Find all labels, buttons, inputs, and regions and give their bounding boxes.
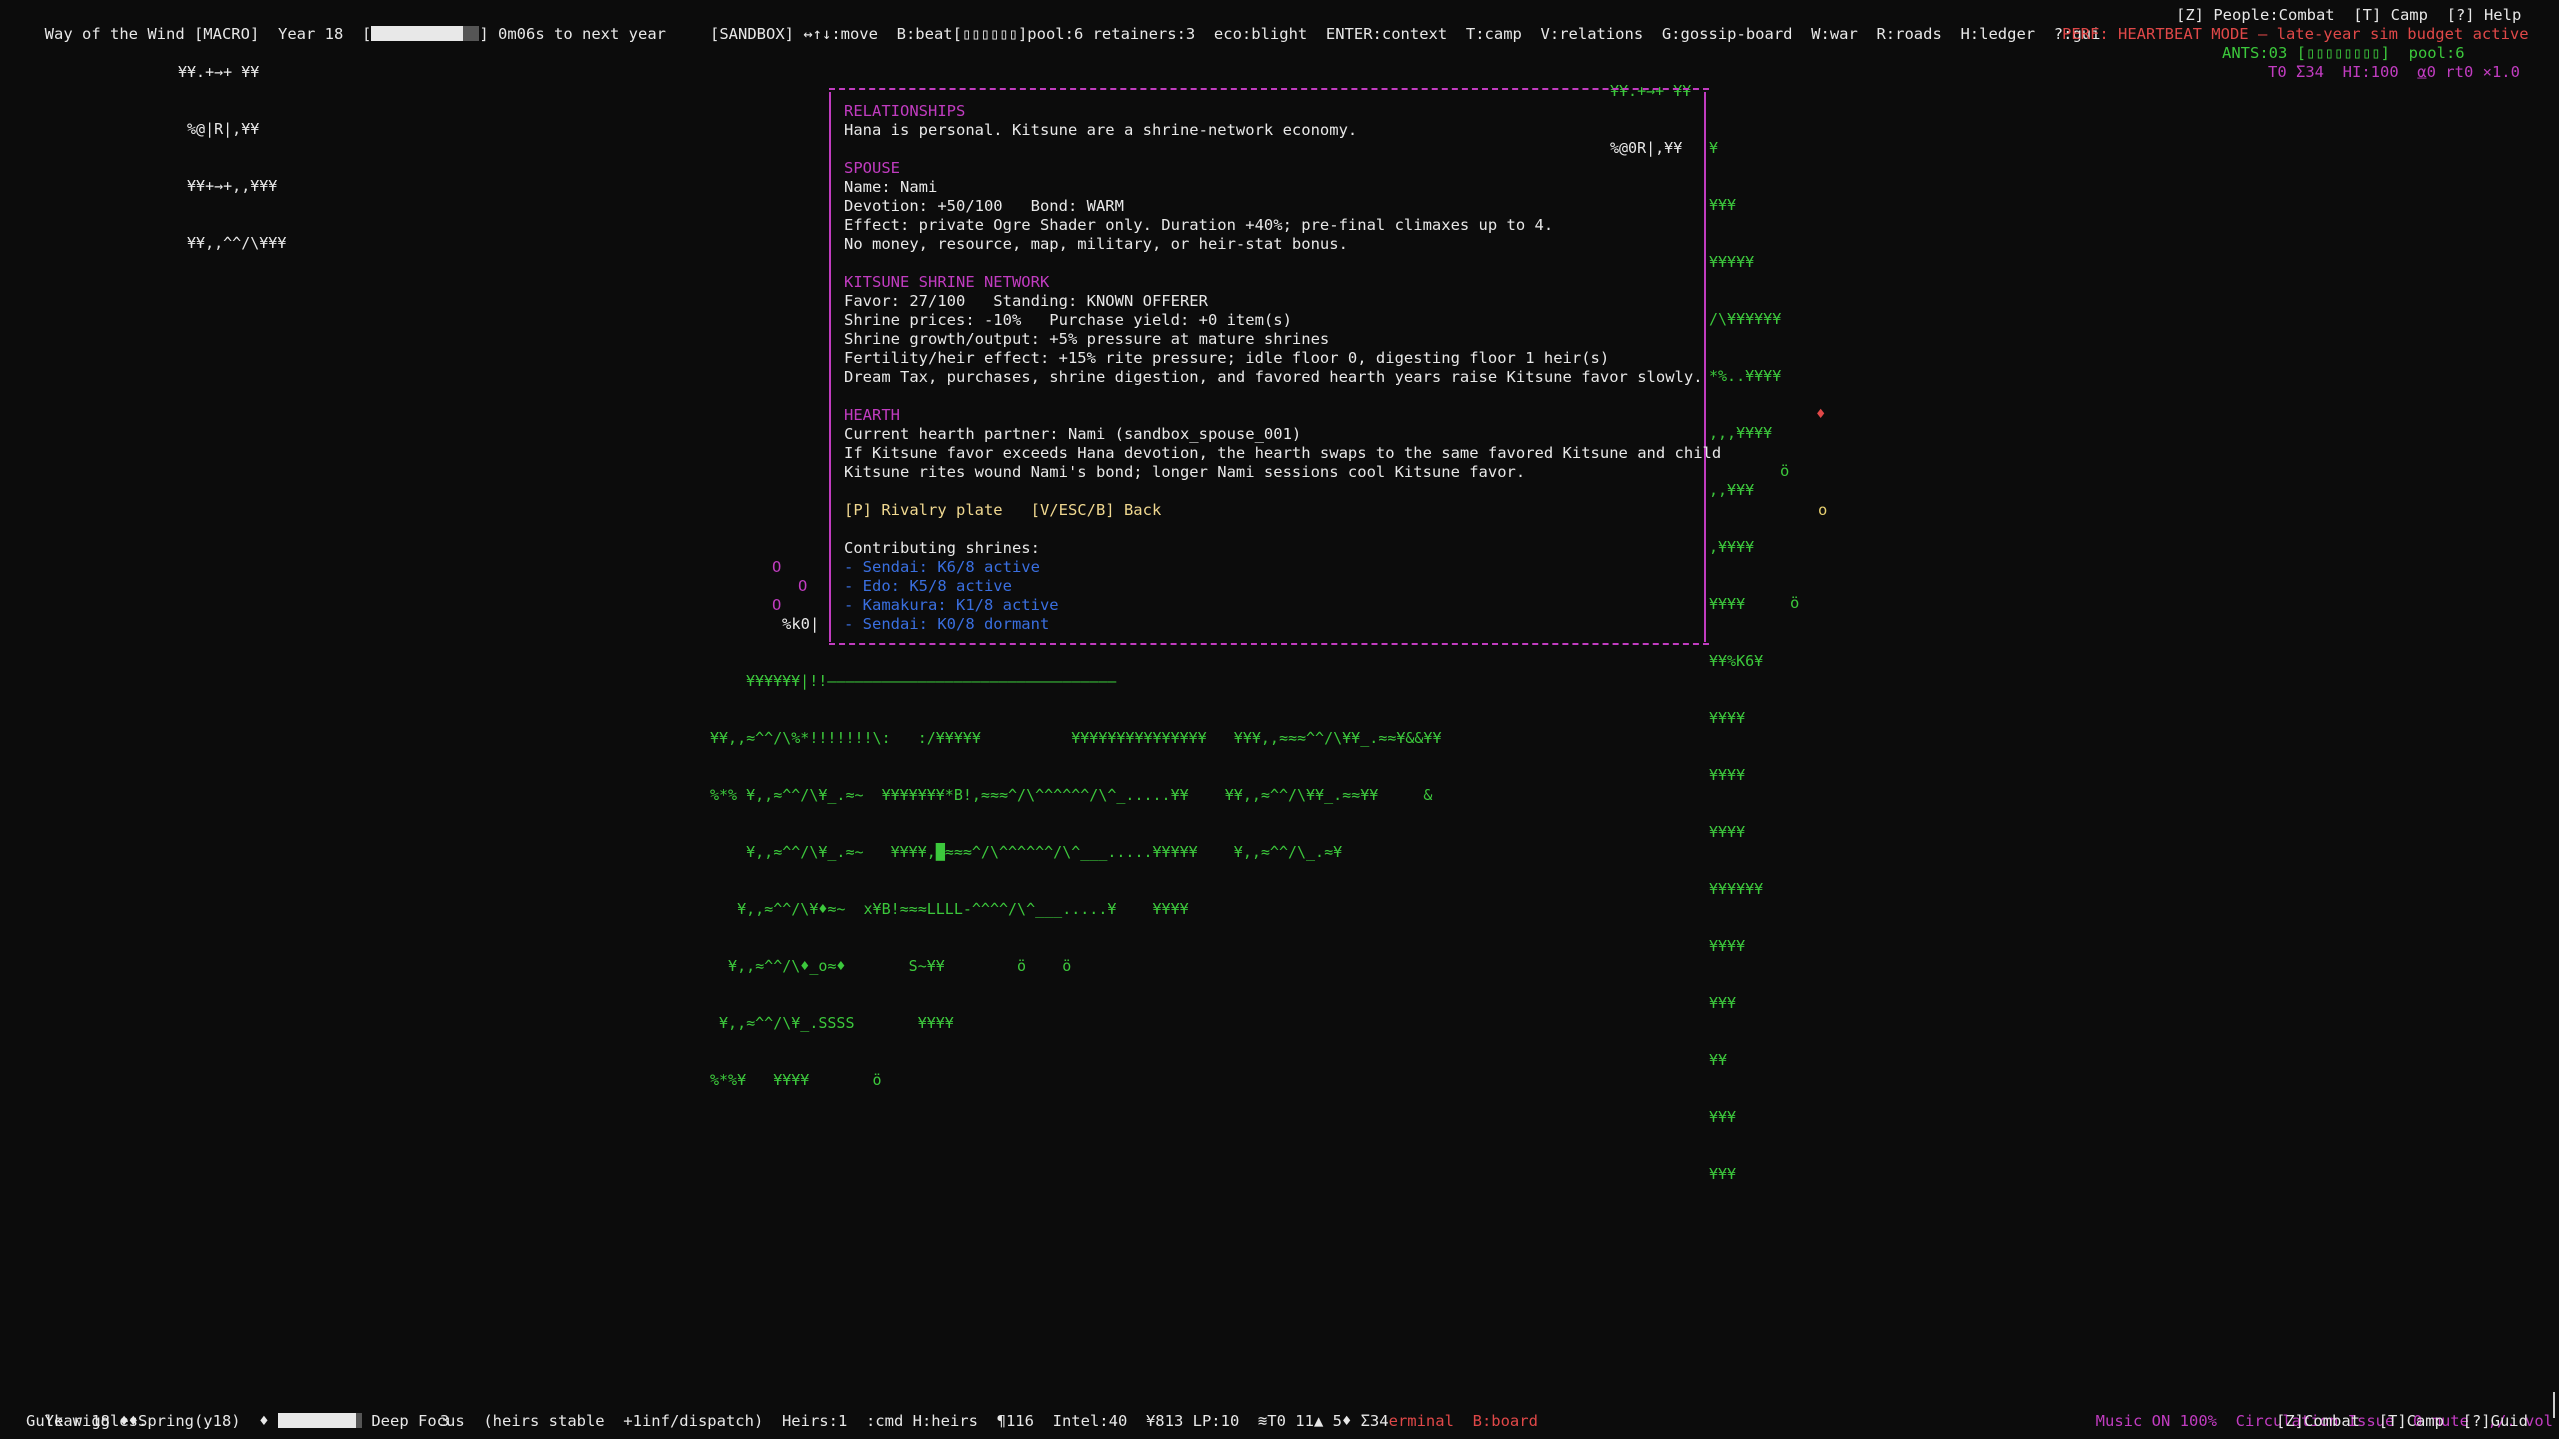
bottom-right-menu[interactable]: [Z]Combat [T]Camp [?]Guid — [2276, 1412, 2528, 1431]
panel-border-top — [829, 88, 1709, 90]
year-progress-bar — [371, 26, 464, 41]
map-marker-diamond: ♦ — [1816, 405, 1826, 423]
spouse-effect: Effect: private Ogre Shader only. Durati… — [844, 216, 1554, 234]
shrine-list-item[interactable]: - Sendai: K6/8 active — [844, 558, 1699, 577]
ants-status: ANTS:03 [▯▯▯▯▯▯▯▯] pool:6 — [2222, 44, 2465, 62]
contributing-shrines-heading: Contributing shrines: — [844, 539, 1040, 557]
map-terrain-south: ¥¥¥¥¥¥|!!———————————————————————————————… — [710, 672, 1442, 1089]
unit-counts: ≋T0 11▲ 5♦ Σ34 — [1257, 1412, 1389, 1430]
paragraph-count: ¶116 — [996, 1412, 1034, 1430]
kitsune-heading: KITSUNE SHRINE NETWORK — [844, 273, 1050, 291]
shrine-list-item[interactable]: - Edo: K5/8 active — [844, 577, 1699, 596]
hearth-wound-rule: Kitsune rites wound Nami's bond; longer … — [844, 463, 1526, 481]
map-marker-o2: O — [798, 577, 808, 595]
hearth-swap-rule: If Kitsune favor exceeds Hana devotion, … — [844, 444, 1722, 462]
map-marker-o1: O — [772, 558, 782, 576]
spouse-devotion: Devotion: +50/100 Bond: WARM — [844, 197, 1124, 215]
rivalry-plate-button[interactable]: [P] Rivalry plate — [844, 501, 1003, 519]
focus-label: Deep Focus — [371, 1412, 465, 1430]
year-label: Year 18 — [277, 25, 344, 43]
map-marker-point: o — [1818, 501, 1828, 519]
heirs-count: Heirs:1 — [781, 1412, 848, 1430]
map-marker-o3: O — [772, 596, 782, 614]
spouse-heading: SPOUSE — [844, 159, 900, 177]
shrine-list-item[interactable]: - Sendai: K0/8 dormant — [844, 615, 1699, 634]
map-marker-k0: %k0| — [782, 615, 820, 633]
hearth-partner: Current hearth partner: Nami (sandbox_sp… — [844, 425, 1302, 443]
keybind-hints: [SANDBOX] ↔↑↓:move B:beat[▯▯▯▯▯▯]pool:6 … — [710, 25, 2101, 43]
spouse-note: No money, resource, map, military, or he… — [844, 235, 1348, 253]
map-marker-unit-2: ö — [1790, 594, 1800, 612]
terminal-label: erminal — [1388, 1412, 1454, 1430]
top-right-menu[interactable]: [Z] People:Combat [T] Camp [?] Help — [2176, 6, 2521, 25]
message-log: Gulk wiggles. — [26, 1412, 148, 1430]
relationships-intro: Hana is personal. Kitsune are a shrine-n… — [844, 121, 1358, 139]
year-timer: 0m06s to next year — [498, 25, 666, 43]
sim-stats: T0 Σ34 HI:100 ⍶0 rt0 ×1.0 — [2268, 63, 2520, 81]
perf-warning: PERF: HEARTBEAT MODE — late-year sim bud… — [2062, 25, 2529, 43]
spouse-name: Name: Nami — [844, 178, 938, 196]
kitsune-dream-tax: Dream Tax, purchases, shrine digestion, … — [844, 368, 1703, 386]
game-title: Way of the Wind [MACRO] Year 18 [] 0m06s… — [44, 25, 666, 43]
kitsune-favor: Favor: 27/100 Standing: KNOWN OFFERER — [844, 292, 1208, 310]
relationships-heading: RELATIONSHIPS — [844, 102, 966, 120]
message-count: 3 — [440, 1412, 450, 1430]
shrine-list-item[interactable]: - Kamakura: K1/8 active — [844, 596, 1699, 615]
relationships-panel: RELATIONSHIPS Hana is personal. Kitsune … — [829, 88, 1722, 648]
back-button[interactable]: [V/ESC/B] Back — [1031, 501, 1162, 519]
kitsune-prices: Shrine prices: -10% Purchase yield: +0 i… — [844, 311, 1292, 329]
panel-border-right — [1704, 92, 1706, 642]
map-marker-unit: ö — [1780, 462, 1790, 480]
heirs-status: (heirs stable +1inf/dispatch) — [483, 1412, 764, 1430]
hearth-heading: HEARTH — [844, 406, 900, 424]
cmd-hint: :cmd H:heirs — [865, 1412, 978, 1430]
music-toggle[interactable]: Music ON 100% — [2096, 1412, 2217, 1430]
kitsune-growth: Shrine growth/output: +5% pressure at ma… — [844, 330, 1330, 348]
kitsune-fertility: Fertility/heir effect: +15% rite pressur… — [844, 349, 1610, 367]
panel-border-left — [829, 92, 831, 642]
board-button[interactable]: B:board — [1473, 1412, 1538, 1430]
map-forest-column: ¥ ¥¥¥ ¥¥¥¥¥ /\¥¥¥¥¥¥ *%..¥¥¥¥ ,,,¥¥¥¥ ,,… — [1709, 139, 1782, 1183]
terminal-cursor — [2553, 1392, 2555, 1418]
focus-progress-bar — [277, 1413, 356, 1428]
status-bar: Year 18 ♦♦Spring(y18) ♦ Deep Focus (heir… — [26, 1393, 1538, 1431]
intel-stat: Intel:40 — [1052, 1412, 1128, 1430]
map-settlement-topleft: ¥¥.+→+ ¥¥ %@|R|,¥¥ ¥¥+→+,,¥¥¥ ¥¥,,^^/\¥¥… — [178, 63, 287, 252]
money-lp: ¥813 LP:10 — [1145, 1412, 1240, 1430]
